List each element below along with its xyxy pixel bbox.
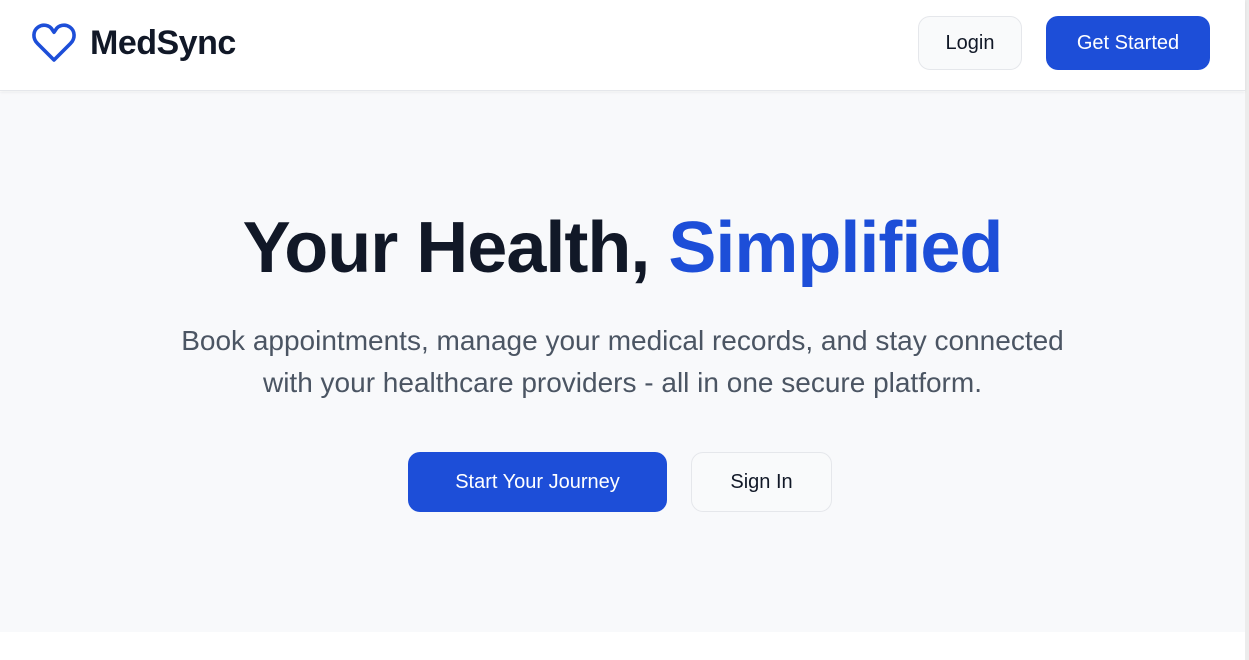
login-button[interactable]: Login xyxy=(918,16,1022,70)
hero-title-main: Your Health, xyxy=(242,208,669,288)
hero-title: Your Health, Simplified xyxy=(0,205,1245,291)
hero-subtitle: Book appointments, manage your medical r… xyxy=(0,320,1245,404)
start-journey-button[interactable]: Start Your Journey xyxy=(408,452,667,512)
hero-subtitle-line: Book appointments, manage your medical r… xyxy=(181,325,1064,356)
hero-section: Your Health, Simplified Book appointment… xyxy=(0,92,1245,632)
sign-in-button[interactable]: Sign In xyxy=(691,452,832,512)
heart-icon xyxy=(32,23,76,62)
hero-title-accent: Simplified xyxy=(668,208,1003,288)
top-navbar: MedSync Login Get Started xyxy=(0,0,1245,91)
get-started-button[interactable]: Get Started xyxy=(1046,16,1210,70)
scrollbar[interactable] xyxy=(1245,0,1249,660)
brand-name: MedSync xyxy=(90,24,236,62)
brand-logo[interactable]: MedSync xyxy=(31,22,236,64)
hero-subtitle-line: with your healthcare providers - all in … xyxy=(262,367,982,398)
landing-page: MedSync Login Get Started Your Health, S… xyxy=(0,0,1249,660)
